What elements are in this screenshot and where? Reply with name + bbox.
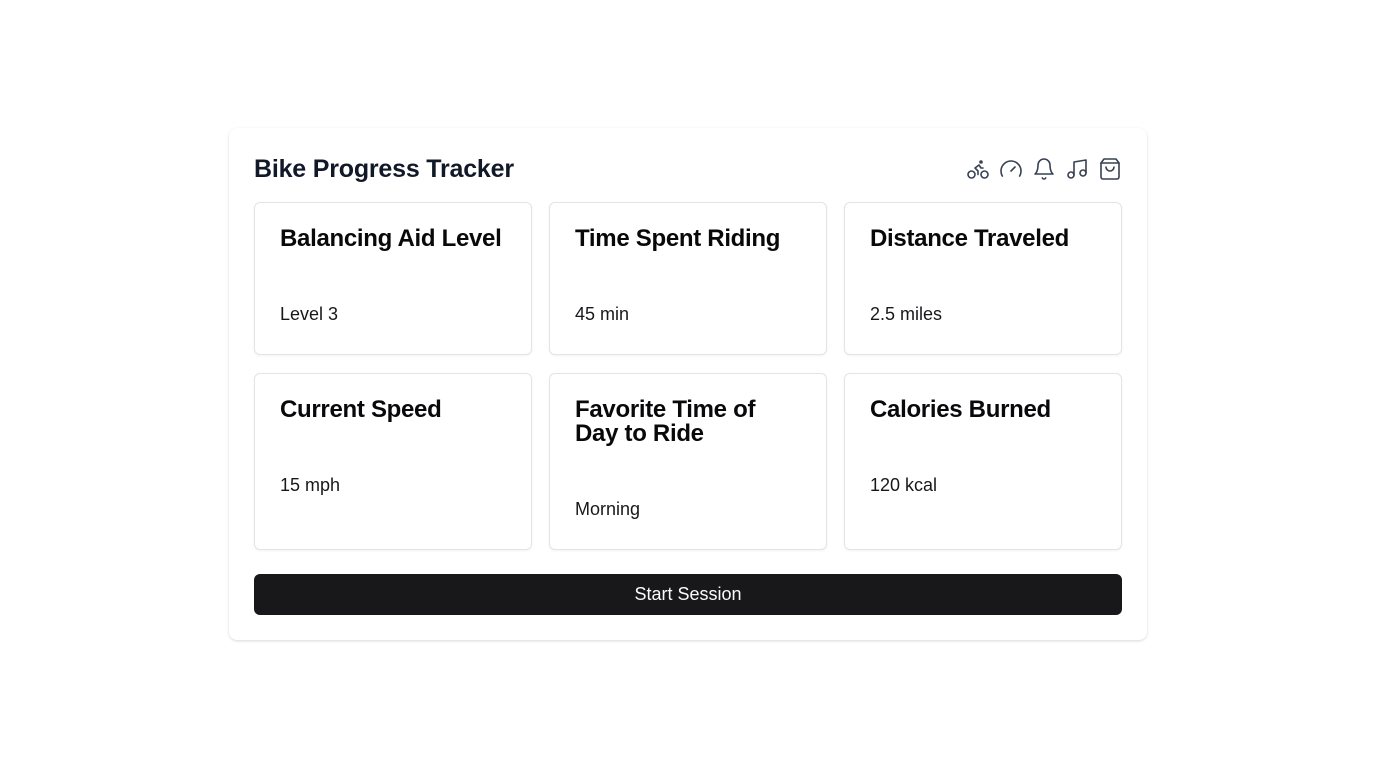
- bell-icon[interactable]: [1032, 157, 1056, 181]
- card-favorite-time: Favorite Time of Day to Ride Morning: [549, 373, 827, 550]
- card-calories: Calories Burned 120 kcal: [844, 373, 1122, 550]
- card-value: 45 min: [575, 304, 630, 324]
- card-value: 120 kcal: [870, 475, 938, 495]
- card-title: Current Speed: [280, 396, 442, 423]
- card-title: Favorite Time of Day to Ride: [575, 396, 756, 447]
- bike-icon[interactable]: [966, 157, 990, 181]
- tracker-panel: Bike Progress Tracker Balancing Aid Leve…: [229, 128, 1147, 640]
- card-distance: Distance Traveled 2.5 miles: [844, 202, 1122, 355]
- card-value: Morning: [575, 499, 641, 519]
- panel-header: Bike Progress Tracker: [254, 152, 1122, 186]
- card-title: Calories Burned: [870, 396, 1051, 423]
- card-title: Time Spent Riding: [575, 225, 781, 252]
- start-session-button[interactable]: Start Session: [254, 574, 1122, 615]
- card-value: 15 mph: [280, 475, 341, 495]
- card-current-speed: Current Speed 15 mph: [254, 373, 532, 550]
- shopping-bag-icon[interactable]: [1098, 157, 1122, 181]
- card-title: Distance Traveled: [870, 225, 1070, 252]
- card-time-spent: Time Spent Riding 45 min: [549, 202, 827, 355]
- speedometer-icon[interactable]: [999, 157, 1023, 181]
- music-icon[interactable]: [1065, 157, 1089, 181]
- card-balancing-aid: Balancing Aid Level Level 3: [254, 202, 532, 355]
- card-value: Level 3: [280, 304, 339, 324]
- stats-grid: Balancing Aid Level Level 3 Time Spent R…: [254, 202, 1122, 550]
- page-title: Bike Progress Tracker: [254, 154, 514, 183]
- card-title: Balancing Aid Level: [280, 225, 502, 252]
- header-icons: [966, 157, 1122, 181]
- card-value: 2.5 miles: [870, 304, 943, 324]
